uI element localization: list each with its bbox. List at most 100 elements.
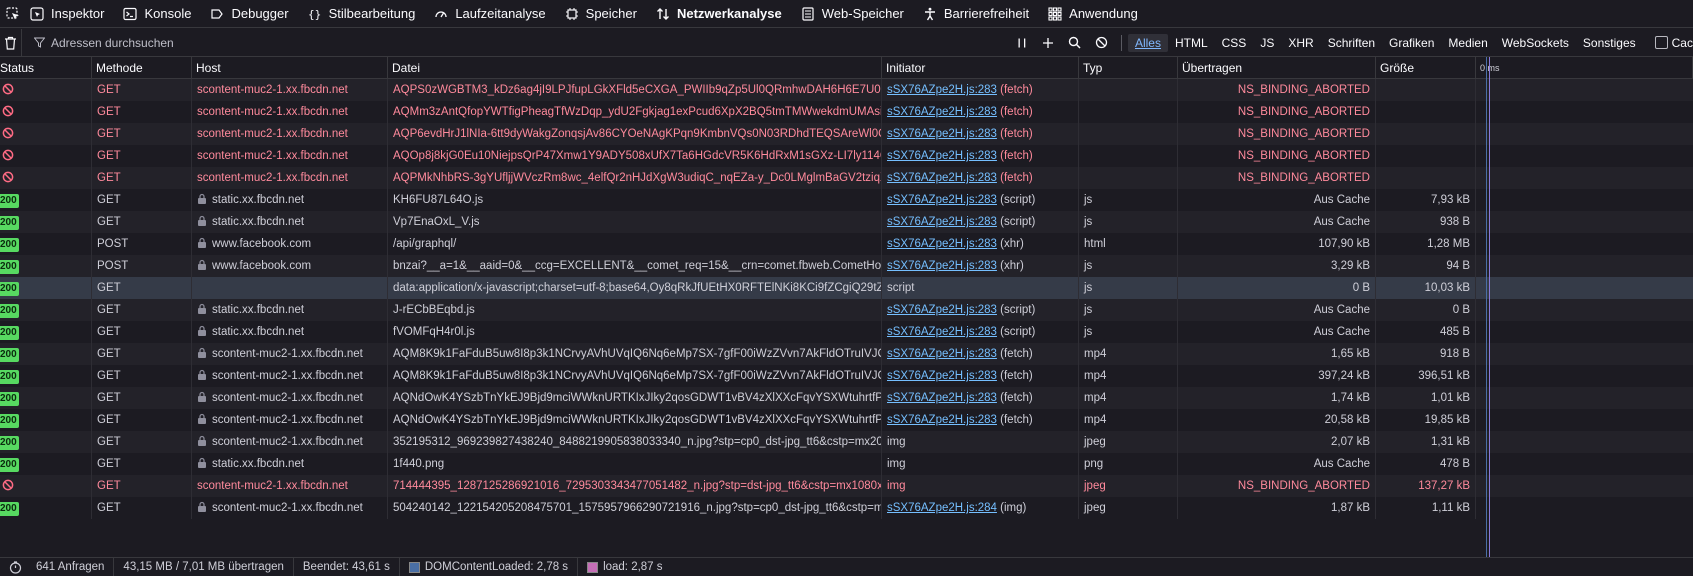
filter-placeholder: Adressen durchsuchen <box>50 35 174 50</box>
status-badge: 200 <box>0 436 19 450</box>
column-host[interactable]: Host <box>192 57 388 79</box>
filter-type-xhr[interactable]: XHR <box>1281 34 1320 52</box>
request-row[interactable]: GET scontent-muc2-1.xx.fbcdn.net AQPS0zWGB… <box>0 79 1693 101</box>
tab-stilbearbeitung[interactable]: {} Stilbearbeitung <box>298 0 425 28</box>
tab-web-speicher[interactable]: Web-Speicher <box>791 0 913 28</box>
tab-anwendung[interactable]: Anwendung <box>1038 0 1147 28</box>
cell-file: AQOp8j8kjG0Eu10NiejpsQrP47Xmw1Y9ADY508xU… <box>388 145 882 167</box>
cell-initiator: sSX76AZpe2H.js:283 (xhr) <box>882 233 1079 255</box>
filter-type-js[interactable]: JS <box>1253 34 1281 52</box>
request-row[interactable]: GET scontent-muc2-1.xx.fbcdn.net AQP6evdHr… <box>0 123 1693 145</box>
disable-cache-checkbox[interactable] <box>1654 36 1668 49</box>
cell-initiator: sSX76AZpe2H.js:283 (fetch) <box>882 387 1079 409</box>
initiator-link[interactable]: sSX76AZpe2H.js:283 <box>887 172 997 184</box>
filter-type-alles[interactable]: Alles <box>1127 33 1168 52</box>
clear-button[interactable] <box>0 29 21 57</box>
request-row[interactable]: 200 GET scontent-muc2-1.xx.fbcdn.net AQNdOw… <box>0 409 1693 431</box>
tab-speicher[interactable]: Speicher <box>555 0 646 28</box>
initiator-link[interactable]: sSX76AZpe2H.js:283 <box>887 238 997 250</box>
filter-type-sonstiges[interactable]: Sonstiges <box>1576 34 1643 52</box>
column-status[interactable]: Status <box>0 57 92 79</box>
initiator-link[interactable]: sSX76AZpe2H.js:283 <box>887 194 997 206</box>
initiator-link[interactable]: sSX76AZpe2H.js:283 <box>887 128 997 140</box>
host-text: scontent-muc2-1.xx.fbcdn.net <box>212 502 363 514</box>
initiator-link[interactable]: sSX76AZpe2H.js:283 <box>887 370 997 382</box>
column-size[interactable]: Größe <box>1376 57 1476 79</box>
request-row[interactable]: 200 GET scontent-muc2-1.xx.fbcdn.net 352195… <box>0 431 1693 453</box>
dom-content-loaded-time: DOMContentLoaded: 2,78 s <box>400 557 579 576</box>
cell-method: GET <box>92 299 192 321</box>
cell-host: static.xx.fbcdn.net <box>192 211 388 233</box>
add-button[interactable] <box>1035 29 1062 57</box>
filter-type-websockets[interactable]: WebSockets <box>1495 34 1576 52</box>
initiator-link[interactable]: sSX76AZpe2H.js:283 <box>887 260 997 272</box>
status-badge: 200 <box>0 282 19 296</box>
cell-type: mp4 <box>1079 343 1178 365</box>
column-initiator[interactable]: Initiator <box>882 57 1079 79</box>
cell-status: 200 <box>0 453 92 475</box>
disable-cache-toggle[interactable]: Cac <box>1654 36 1693 50</box>
pause-button[interactable] <box>1008 29 1035 57</box>
block-button[interactable] <box>1088 29 1115 57</box>
initiator-link[interactable]: sSX76AZpe2H.js:284 <box>887 502 997 514</box>
initiator-link[interactable]: sSX76AZpe2H.js:283 <box>887 150 997 162</box>
initiator-link[interactable]: sSX76AZpe2H.js:283 <box>887 84 997 96</box>
cell-type: js <box>1079 299 1178 321</box>
load-marker <box>1489 57 1490 557</box>
filter-type-medien[interactable]: Medien <box>1441 34 1494 52</box>
column-type[interactable]: Typ <box>1079 57 1178 79</box>
column-transferred[interactable]: Übertragen <box>1178 57 1376 79</box>
url-filter-input[interactable]: Adressen durchsuchen <box>20 28 1008 57</box>
tab-barrierefreiheit[interactable]: Barrierefreiheit <box>913 0 1038 28</box>
initiator-link[interactable]: sSX76AZpe2H.js:283 <box>887 348 997 360</box>
column-file[interactable]: Datei <box>388 57 882 79</box>
search-button[interactable] <box>1062 29 1089 57</box>
request-row[interactable]: 200 GET scontent-muc2-1.xx.fbcdn.net AQNdOw… <box>0 387 1693 409</box>
cell-method: GET <box>92 321 192 343</box>
trash-icon <box>4 36 16 50</box>
column-waterfall[interactable]: 0 ms <box>1476 57 1693 79</box>
request-row[interactable]: 200 GET scontent-muc2-1.xx.fbcdn.net AQM8K9… <box>0 365 1693 387</box>
tab-laufzeitanalyse[interactable]: Laufzeitanalyse <box>424 0 554 28</box>
request-row[interactable]: GET scontent-muc2-1.xx.fbcdn.net 714444395… <box>0 475 1693 497</box>
element-picker-icon[interactable] <box>6 7 20 21</box>
initiator-link[interactable]: sSX76AZpe2H.js:283 <box>887 106 997 118</box>
cell-transferred: NS_BINDING_ABORTED <box>1178 145 1376 167</box>
request-row[interactable]: 200 GET data:application/x-javascript;char… <box>0 277 1693 299</box>
request-row[interactable]: GET scontent-muc2-1.xx.fbcdn.net AQOp8j8kj… <box>0 145 1693 167</box>
request-row[interactable]: 200 GET static.xx.fbcdn.net 1f440.png img png… <box>0 453 1693 475</box>
request-row[interactable]: 200 GET static.xx.fbcdn.net fVOMFqH4r0l.js s… <box>0 321 1693 343</box>
cell-host: scontent-muc2-1.xx.fbcdn.net <box>192 431 388 453</box>
initiator-link[interactable]: sSX76AZpe2H.js:283 <box>887 216 997 228</box>
initiator-link[interactable]: sSX76AZpe2H.js:283 <box>887 414 997 426</box>
request-row[interactable]: GET scontent-muc2-1.xx.fbcdn.net AQMm3zAnt… <box>0 101 1693 123</box>
request-row[interactable]: 200 GET static.xx.fbcdn.net J-rECbBEqbd.js s… <box>0 299 1693 321</box>
initiator-link[interactable]: sSX76AZpe2H.js:283 <box>887 304 997 316</box>
cell-file: AQMm3zAntQfopYWTfigPheagTfWzDqp_ydU2Fgkj… <box>388 101 882 123</box>
lock-icon <box>197 344 207 358</box>
filter-type-grafiken[interactable]: Grafiken <box>1382 34 1441 52</box>
initiator-cause: (fetch) <box>1000 348 1033 360</box>
tab-netzwerkanalyse[interactable]: Netzwerkanalyse <box>646 0 791 28</box>
request-row[interactable]: 200 GET static.xx.fbcdn.net Vp7EnaOxL_V.js s… <box>0 211 1693 233</box>
initiator-cause: (img) <box>1000 502 1027 514</box>
cell-file: 1f440.png <box>388 453 882 475</box>
cell-type: js <box>1079 277 1178 299</box>
request-row[interactable]: GET scontent-muc2-1.xx.fbcdn.net AQPMkNhbR… <box>0 167 1693 189</box>
filter-type-html[interactable]: HTML <box>1168 34 1215 52</box>
filter-type-css[interactable]: CSS <box>1215 34 1254 52</box>
request-row[interactable]: 200 GET static.xx.fbcdn.net KH6FU87L64O.js s… <box>0 189 1693 211</box>
initiator-link[interactable]: sSX76AZpe2H.js:283 <box>887 326 997 338</box>
load-swatch <box>587 561 599 573</box>
request-row[interactable]: 200 GET scontent-muc2-1.xx.fbcdn.net 504240… <box>0 497 1693 519</box>
tab-debugger[interactable]: Debugger <box>200 0 297 28</box>
filter-type-schriften[interactable]: Schriften <box>1321 34 1382 52</box>
request-row[interactable]: 200 POST www.facebook.com/api/graphql/sSX7… <box>0 233 1693 255</box>
request-row[interactable]: 200 POST www.facebook.com bnzai?__a=1&__aai… <box>0 255 1693 277</box>
initiator-link[interactable]: sSX76AZpe2H.js:283 <box>887 392 997 404</box>
request-row[interactable]: 200 GET scontent-muc2-1.xx.fbcdn.net AQM8K9… <box>0 343 1693 365</box>
tab-konsole[interactable]: Konsole <box>113 0 200 28</box>
cell-transferred: NS_BINDING_ABORTED <box>1178 79 1376 101</box>
column-method[interactable]: Methode <box>92 57 192 79</box>
lock-icon <box>197 190 207 204</box>
